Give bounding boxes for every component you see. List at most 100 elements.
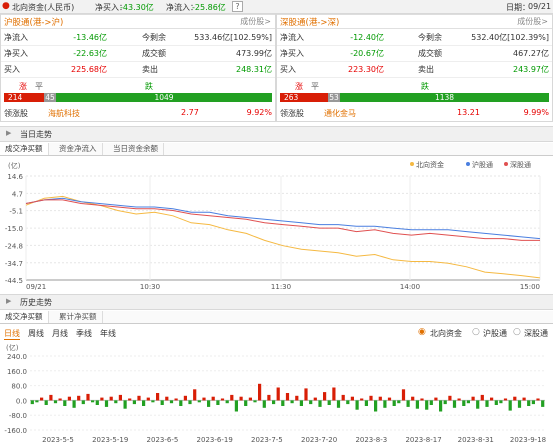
sz-sell-value: 243.97亿 — [513, 65, 549, 74]
sh-remaining-value: 533.46亿[102.59%] — [194, 33, 272, 42]
tab-history-net-buy[interactable]: 成交净买额 — [0, 311, 49, 323]
bar — [462, 400, 466, 406]
bar — [327, 400, 331, 405]
bar — [109, 396, 113, 401]
sz-buy-value: 223.30亿 — [348, 65, 384, 74]
bar — [225, 400, 229, 404]
bar — [91, 400, 95, 403]
x-tick-label: 2023-8-31 — [458, 436, 494, 444]
tab-intraday-net-buy[interactable]: 成交净买额 — [0, 143, 49, 155]
bar — [360, 398, 364, 401]
period-day[interactable]: 日线 — [4, 328, 20, 340]
net-buy-value: -43.30亿 — [120, 3, 154, 12]
bar — [531, 400, 535, 405]
bar — [100, 397, 104, 401]
bar — [234, 400, 238, 412]
bar — [207, 400, 211, 407]
bar — [536, 398, 540, 401]
radio-north-label[interactable]: 北向资金 — [430, 328, 462, 339]
series-line-1 — [25, 197, 541, 240]
series-line-2 — [25, 199, 540, 241]
sz-sell-label: 卖出 — [418, 65, 434, 74]
bar — [128, 398, 132, 401]
sh-leader-price: 2.77 — [181, 108, 199, 117]
period-month[interactable]: 月线 — [52, 328, 68, 339]
north-fund-title: 北向资金(人民币) — [12, 3, 75, 12]
bar — [165, 396, 169, 401]
history-bar-chart[interactable]: (亿)240.0 160.0 80.0 0.0 -80.0 -160.0 2023-5-5 2… — [0, 340, 553, 446]
sz-leader-name[interactable]: 通化金马 — [324, 108, 356, 119]
sz-leader-label: 领涨股 — [280, 109, 304, 118]
bar — [35, 400, 39, 403]
bar — [156, 393, 160, 401]
radio-sz-label[interactable]: 深股通 — [524, 328, 548, 339]
sh-remaining-label: 今剩余 — [142, 33, 166, 42]
bar — [95, 400, 99, 405]
period-week[interactable]: 周线 — [28, 328, 44, 339]
y-tick-label: -5.1 — [9, 208, 23, 216]
triangle-right-icon: ▶ — [6, 129, 12, 137]
bar — [77, 395, 81, 401]
sh-net-inflow-value: -13.46亿 — [73, 33, 107, 42]
bar — [425, 400, 429, 410]
sh-buy-value: 225.68亿 — [71, 65, 107, 74]
legend-marker — [504, 162, 508, 166]
sh-turnover-label: 成交额 — [142, 49, 166, 58]
sz-up-label: 涨 — [295, 82, 303, 91]
radio-checked-icon[interactable]: ◉ — [418, 327, 426, 337]
legend-marker — [410, 162, 414, 166]
bar — [142, 400, 146, 406]
x-tick-label: 10:30 — [140, 283, 160, 290]
bar — [230, 394, 234, 401]
sz-constituents-link[interactable]: 成份股> — [517, 16, 548, 27]
bar — [517, 400, 522, 408]
bar — [40, 397, 44, 401]
help-icon[interactable]: ? — [232, 1, 243, 12]
radio-unchecked-icon[interactable]: ○ — [472, 327, 480, 337]
period-year[interactable]: 年线 — [100, 328, 116, 339]
bar — [104, 400, 109, 407]
bar — [415, 400, 419, 409]
bar — [193, 389, 197, 401]
bar — [490, 397, 494, 401]
bar — [262, 400, 266, 408]
bar — [364, 400, 368, 406]
x-tick-label: 2023-5-19 — [92, 436, 128, 444]
y-tick-label: -44.5 — [5, 277, 23, 285]
date-label: 日期： — [506, 3, 530, 12]
bar — [114, 400, 118, 404]
y-tick-label: 14.6 — [7, 173, 23, 181]
sh-down-label: 跌 — [145, 82, 153, 91]
bar — [406, 400, 410, 407]
intraday-line-chart[interactable]: (亿) 14.6 4.7 -5.1 -15.0 -24.8 -34.7 -44.509/21 1… — [0, 156, 553, 290]
sh-sell-label: 卖出 — [142, 65, 158, 74]
sh-leader-name[interactable]: 海航科技 — [48, 108, 80, 119]
bar — [202, 397, 206, 401]
bar — [392, 400, 396, 406]
bar — [44, 400, 48, 405]
legend-label: 沪股通 — [472, 160, 493, 169]
bar — [123, 400, 127, 409]
tab-intraday-net-inflow[interactable]: 资金净流入 — [54, 143, 103, 155]
y-tick-label: 0.0 — [16, 397, 27, 405]
radio-sh-label[interactable]: 沪股通 — [483, 328, 507, 339]
sz-net-inflow-value: -12.40亿 — [350, 33, 384, 42]
bar — [211, 396, 215, 401]
history-controls: 日线 周线 月线 季线 年线 ◉ 北向资金 ○ 沪股通 ○ 深股通 — [0, 326, 553, 340]
period-quarter[interactable]: 季线 — [76, 328, 92, 339]
bar — [387, 397, 392, 401]
sh-constituents-link[interactable]: 成份股> — [240, 16, 271, 27]
bar — [267, 394, 271, 401]
sh-flat-count: 45 — [44, 93, 56, 102]
sh-turnover-value: 473.99亿 — [236, 49, 272, 58]
intraday-section-header[interactable]: ▶ 当日走势 — [0, 126, 553, 142]
date-value: 09/21 — [528, 2, 552, 11]
bar — [118, 394, 122, 401]
tab-intraday-balance[interactable]: 当日资金余额 — [108, 143, 164, 155]
tab-history-cumulative[interactable]: 累计净买额 — [54, 311, 103, 323]
sh-down-count: 1049 — [56, 93, 272, 102]
history-section-header[interactable]: ▶ 历史走势 — [0, 294, 553, 310]
radio-unchecked-icon[interactable]: ○ — [513, 327, 521, 337]
bar — [350, 396, 354, 401]
y-tick-label: -80.0 — [9, 412, 27, 420]
